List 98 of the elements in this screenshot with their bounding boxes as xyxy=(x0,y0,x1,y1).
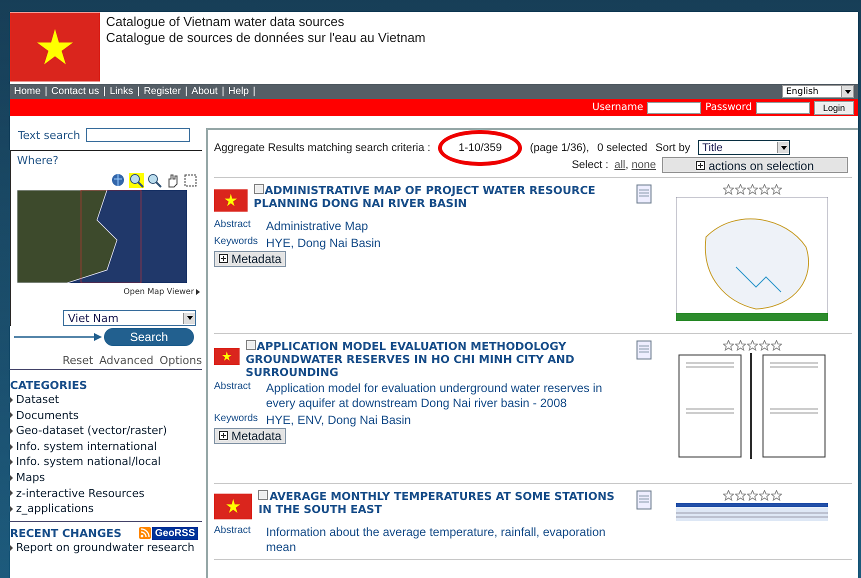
keywords-label: Keywords xyxy=(214,236,259,247)
separator: | xyxy=(44,86,48,97)
sidebar-link[interactable]: Advanced xyxy=(99,354,154,367)
abstract-text: Information about the average temperature, rainfall, evaporation mean xyxy=(266,525,607,555)
document-icon[interactable] xyxy=(636,184,652,204)
nav-link[interactable]: Contact us xyxy=(51,86,100,97)
abstract-text: Application model for evaluation underground water reserves in every aquifer at downstream Dong Nai river basin - 2008 xyxy=(266,381,604,411)
category-link[interactable]: Maps xyxy=(10,470,202,486)
magnifier-icon[interactable] xyxy=(147,173,162,188)
region-select[interactable]: Viet Nam xyxy=(63,310,196,326)
password-label: Password xyxy=(705,102,752,113)
keywords-text: HYE, Dong Nai Basin xyxy=(266,236,381,251)
open-map-viewer-link[interactable]: Open Map Viewer xyxy=(123,287,200,296)
bullet-icon xyxy=(10,459,13,466)
checkbox[interactable] xyxy=(258,490,268,500)
actions-button[interactable]: actions on selection xyxy=(662,157,848,173)
document-icon[interactable] xyxy=(636,490,652,510)
select-all-link[interactable]: all xyxy=(614,159,626,171)
star-rating[interactable] xyxy=(722,340,782,351)
category-link[interactable]: Dataset xyxy=(10,392,202,408)
select-box-icon[interactable] xyxy=(183,173,198,188)
triangle-icon xyxy=(196,288,200,294)
caret-icon xyxy=(183,312,195,324)
nav-link[interactable]: Help xyxy=(228,86,249,97)
separator: | xyxy=(103,86,106,97)
bullet-icon xyxy=(10,396,13,403)
category-link[interactable]: Documents xyxy=(10,408,202,424)
plus-box-icon xyxy=(219,254,228,263)
result-title[interactable]: ADMINISTRATIVE MAP OF PROJECT WATER RESOURCE PLANNING DONG NAI RIVER BASIN xyxy=(254,184,630,210)
password-field[interactable] xyxy=(756,102,810,114)
nav-link[interactable]: Home xyxy=(14,86,41,97)
page-indicator: (page 1/36), xyxy=(530,142,590,154)
arrow-icon xyxy=(14,332,104,342)
recent-changes-heading: RECENT CHANGES xyxy=(10,526,122,540)
globe-icon[interactable] xyxy=(111,173,126,188)
text-search-field[interactable] xyxy=(86,128,190,142)
select-label: Select : xyxy=(572,159,608,171)
keywords-label: Keywords xyxy=(214,413,259,424)
selected-count: 0 selected xyxy=(597,142,648,154)
recent-link[interactable]: Report on groundwater research xyxy=(10,540,202,556)
category-link[interactable]: Info. system international xyxy=(10,438,202,454)
sort-select[interactable]: Title xyxy=(698,140,790,155)
bullet-icon xyxy=(10,474,13,481)
abstract-text: Administrative Map xyxy=(266,219,368,234)
results-summary: Aggregate Results matching search criteria : xyxy=(214,142,430,154)
metadata-button[interactable]: Metadata xyxy=(214,251,286,267)
search-button[interactable]: Search xyxy=(104,328,194,346)
language-select[interactable]: English xyxy=(782,85,854,98)
site-title: Catalogue de sources de données sur l'eau au Vietnam xyxy=(106,30,426,46)
categories-heading: CATEGORIES xyxy=(10,379,88,392)
nav-link[interactable]: Links xyxy=(110,86,134,97)
result-title[interactable]: APPLICATION MODEL EVALUATION METHODOLOGY GROUNDWATER RESERVES IN HO CHI MINH CITY AND SURROUNDING xyxy=(246,340,630,379)
result-title[interactable]: AVERAGE MONTHLY TEMPERATURES AT SOME STATIONS IN THE SOUTH EAST xyxy=(258,490,630,516)
nav-link[interactable]: About xyxy=(192,86,218,97)
sidebar-link[interactable]: Options xyxy=(160,354,202,367)
sidebar-link[interactable]: Reset xyxy=(62,354,94,367)
magnifier-icon[interactable] xyxy=(129,173,144,188)
category-link[interactable]: Geo-dataset (vector/raster) xyxy=(10,423,202,439)
category-link[interactable]: z-interactive Resources xyxy=(10,486,202,502)
select-none-link[interactable]: none xyxy=(632,159,656,171)
abstract-label: Abstract xyxy=(214,525,252,536)
separator: | xyxy=(222,86,224,97)
separator: | xyxy=(252,86,256,97)
star-rating[interactable] xyxy=(722,184,782,195)
bullet-icon xyxy=(10,428,13,434)
bullet-icon xyxy=(10,412,13,418)
georss-badge[interactable]: GeoRSS xyxy=(152,526,198,540)
results-range: 1-10/359 xyxy=(458,142,502,154)
checkbox[interactable] xyxy=(254,184,264,194)
comma: , xyxy=(625,159,628,171)
username-field[interactable] xyxy=(647,102,702,114)
abstract-label: Abstract xyxy=(214,219,252,230)
plus-box-icon xyxy=(219,431,228,440)
metadata-button[interactable]: Metadata xyxy=(214,428,286,444)
rss-icon[interactable] xyxy=(138,527,151,540)
checkbox[interactable] xyxy=(246,340,256,350)
plus-box-icon xyxy=(696,161,706,170)
caret-icon xyxy=(777,142,790,153)
abstract-label: Abstract xyxy=(214,381,252,392)
nav-link[interactable]: Register xyxy=(144,86,181,97)
where-label: Where? xyxy=(17,154,60,167)
username-label: Username xyxy=(592,102,644,113)
bullet-icon xyxy=(10,490,13,496)
text-search-label: Text search xyxy=(18,128,80,142)
separator: | xyxy=(184,86,188,97)
login-button[interactable]: Login xyxy=(814,100,854,114)
category-link[interactable]: Info. system national/local xyxy=(10,454,202,470)
bullet-icon xyxy=(10,544,13,551)
document-icon[interactable] xyxy=(636,340,652,360)
keywords-text: HYE, ENV, Dong Nai Basin xyxy=(266,413,411,428)
category-link[interactable]: z_applications xyxy=(10,501,202,517)
caret-icon xyxy=(841,86,853,97)
bullet-icon xyxy=(10,506,13,512)
bullet-icon xyxy=(10,444,13,450)
star-rating[interactable] xyxy=(722,490,782,501)
sort-label: Sort by xyxy=(655,142,690,154)
site-title: Catalogue of Vietnam water data sources xyxy=(106,14,346,30)
separator: | xyxy=(137,86,140,97)
